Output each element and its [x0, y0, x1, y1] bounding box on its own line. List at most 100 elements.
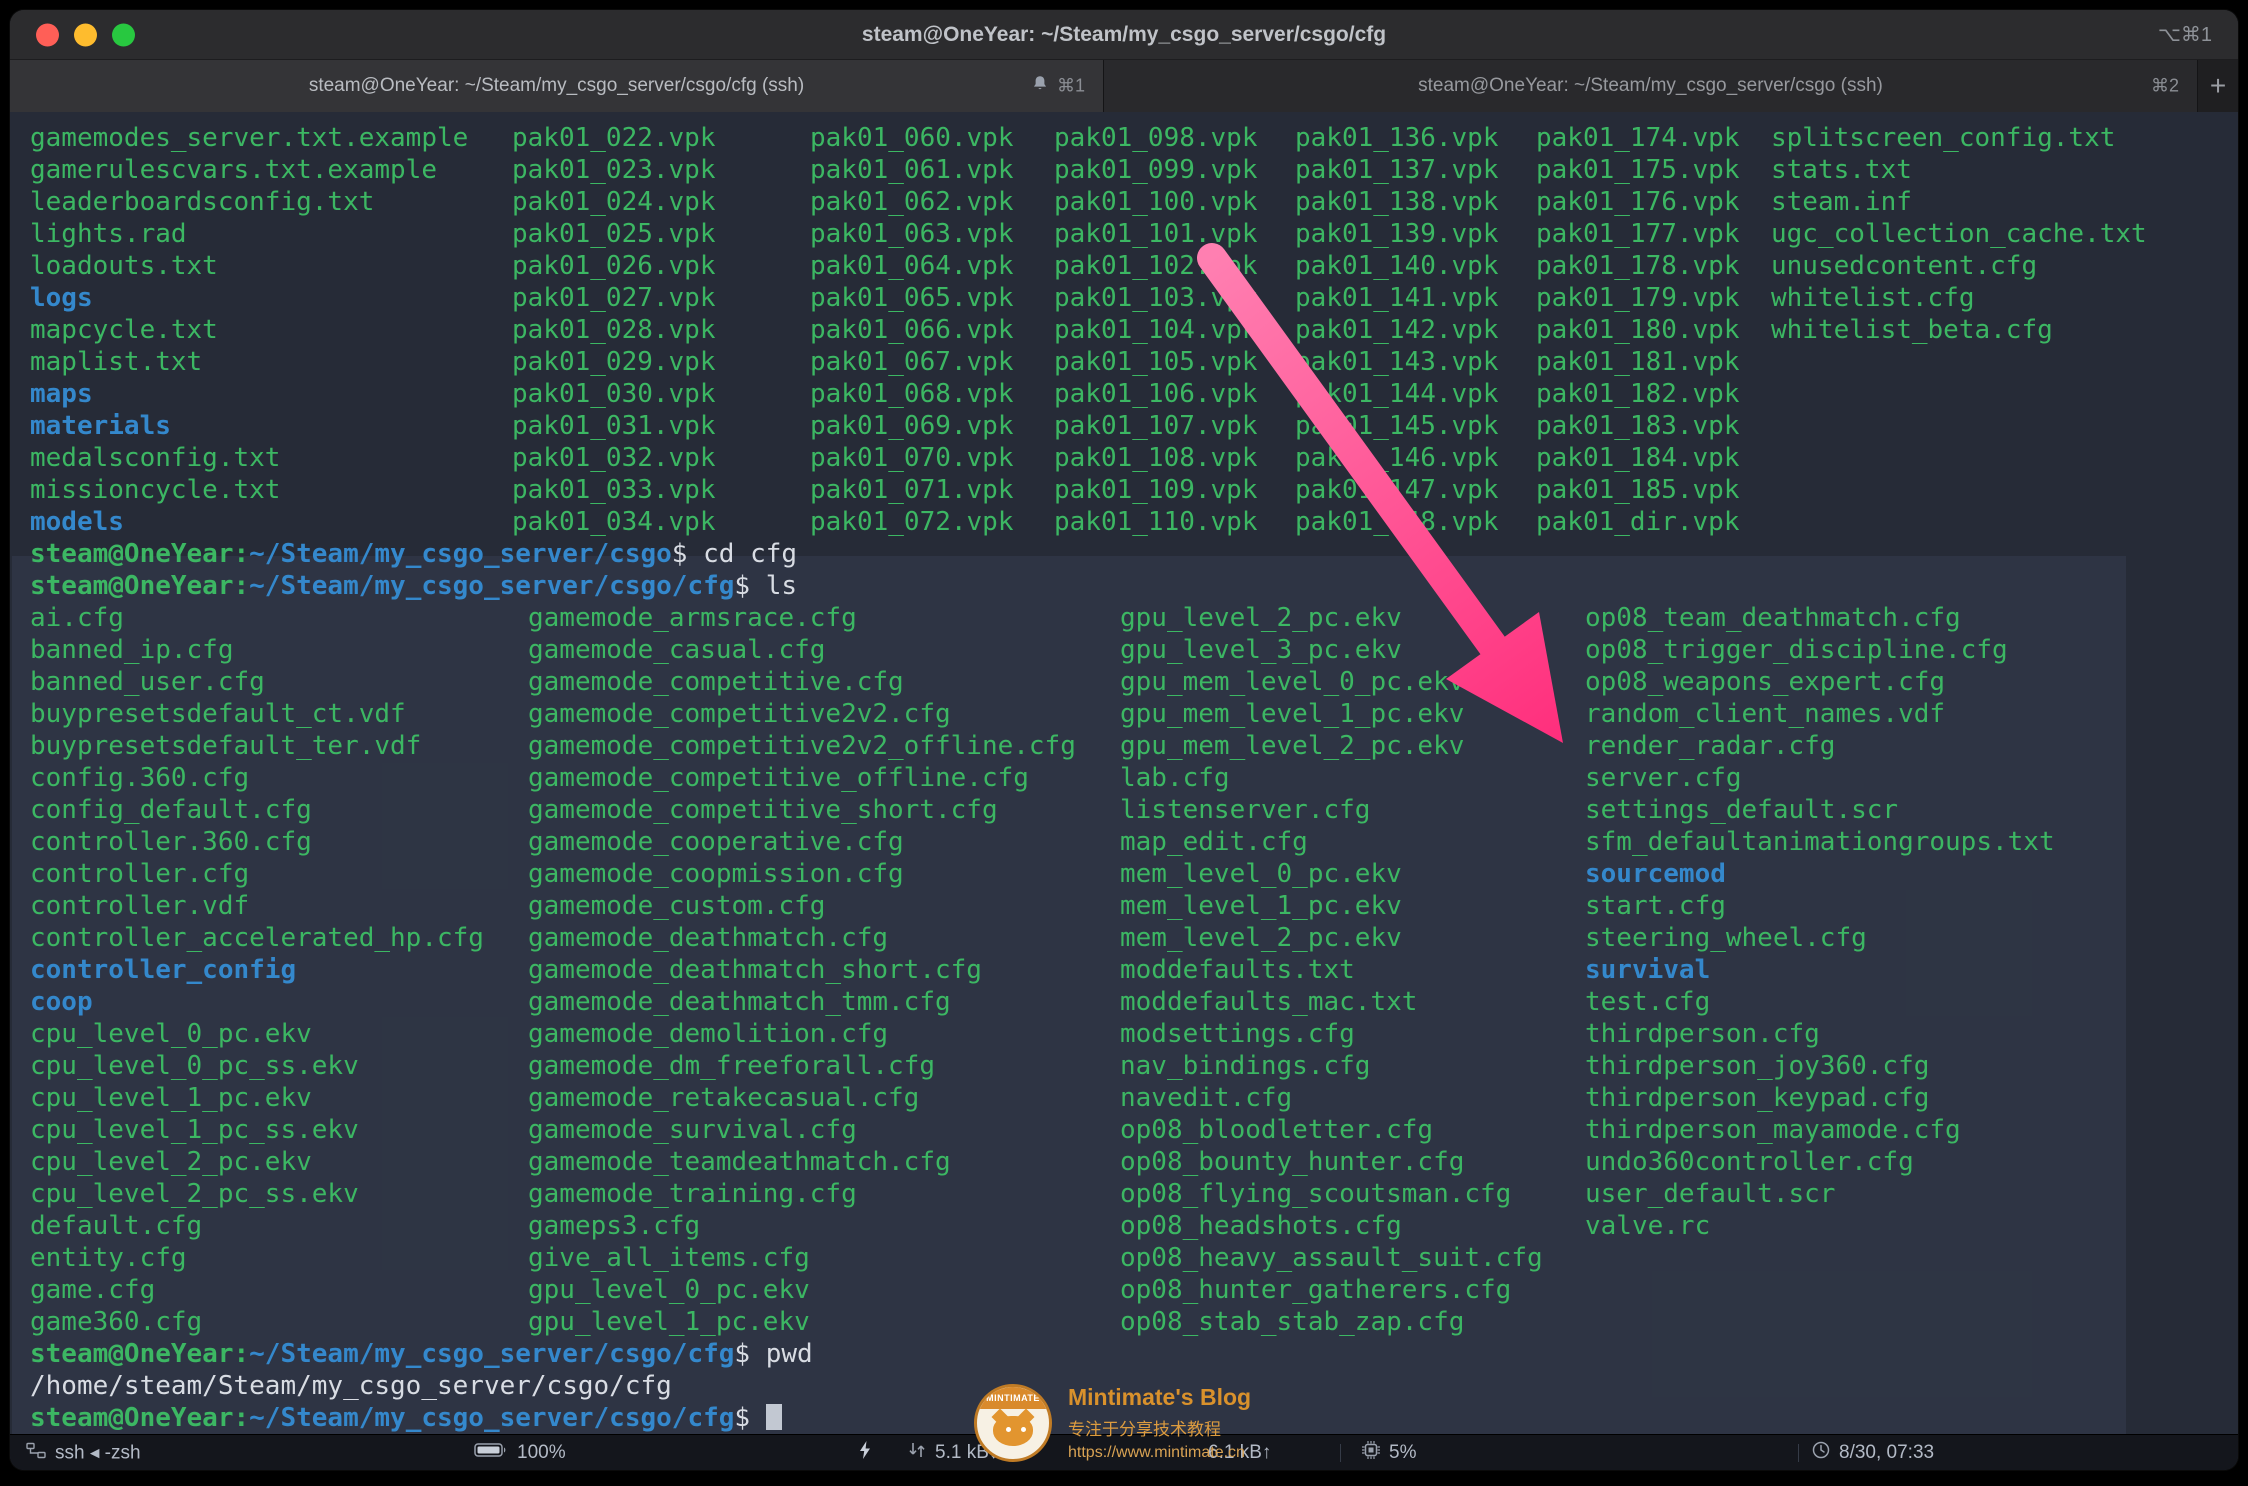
file-entry: gamemode_demolition.cfg [528, 1018, 1076, 1050]
file-entry: splitscreen_config.txt [1771, 122, 2147, 154]
file-entry: pak01_061.vpk [810, 154, 1014, 186]
file-entry: gamemodes_server.txt.example [30, 122, 468, 154]
file-entry: leaderboardsconfig.txt [30, 186, 468, 218]
file-entry: pak01_034.vpk [512, 506, 716, 538]
file-entry: map_edit.cfg [1120, 826, 1543, 858]
file-entry: pak01_183.vpk [1536, 410, 1740, 442]
file-entry: pak01_024.vpk [512, 186, 716, 218]
tab-shortcut: ⌘2 [2151, 76, 2179, 97]
cpu-indicator: 5% [1362, 1441, 1416, 1465]
file-entry: pak01_179.vpk [1536, 282, 1740, 314]
file-entry: op08_bloodletter.cfg [1120, 1114, 1543, 1146]
file-entry: pak01_109.vpk [1054, 474, 1258, 506]
file-entry: maplist.txt [30, 346, 468, 378]
file-entry: gpu_level_2_pc.ekv [1120, 602, 1543, 634]
new-tab-button[interactable]: + [2198, 60, 2238, 112]
terminal-content[interactable]: gamemodes_server.txt.examplegamerulescva… [10, 112, 2238, 1434]
file-entry: gamemode_coopmission.cfg [528, 858, 1076, 890]
session-label: ssh ◂ -zsh [55, 1442, 141, 1465]
file-entry: valve.rc [1585, 1210, 2055, 1242]
file-entry: render_radar.cfg [1585, 730, 2055, 762]
file-entry: pak01_145.vpk [1295, 410, 1499, 442]
file-entry: navedit.cfg [1120, 1082, 1543, 1114]
battery-indicator: 100% [474, 1442, 566, 1464]
prompt-line-ls: steam@OneYear:~/Steam/my_csgo_server/csg… [30, 570, 2238, 602]
file-entry: pak01_072.vpk [810, 506, 1014, 538]
file-entry: cpu_level_1_pc.ekv [30, 1082, 484, 1114]
prompt-sigil: $ [734, 1403, 765, 1433]
file-entry: steam.inf [1771, 186, 2147, 218]
directory-entry: controller_config [30, 954, 484, 986]
file-entry: pak01_025.vpk [512, 218, 716, 250]
blog-logo: MINTIMATE [974, 1384, 1052, 1462]
file-entry: gamemode_retakecasual.cfg [528, 1082, 1076, 1114]
file-entry: gamemode_custom.cfg [528, 890, 1076, 922]
file-entry: modsettings.cfg [1120, 1018, 1543, 1050]
tab-shortcut: ⌘1 [1057, 76, 1085, 97]
file-entry: pak01_144.vpk [1295, 378, 1499, 410]
file-entry: controller_accelerated_hp.cfg [30, 922, 484, 954]
file-entry: pak01_101.vpk [1054, 218, 1258, 250]
prompt-path: ~/Steam/my_csgo_server/csgo [249, 539, 672, 569]
file-entry: gpu_mem_level_0_pc.ekv [1120, 666, 1543, 698]
command-text: cd cfg [703, 539, 797, 569]
file-entry: gamemode_competitive2v2_offline.cfg [528, 730, 1076, 762]
file-entry: cpu_level_1_pc_ss.ekv [30, 1114, 484, 1146]
prompt-sigil: $ [734, 1339, 765, 1369]
status-divider [1340, 1444, 1341, 1462]
file-entry: listenserver.cfg [1120, 794, 1543, 826]
logo-label: MINTIMATE [986, 1393, 1040, 1403]
file-entry: ai.cfg [30, 602, 484, 634]
file-entry: cpu_level_2_pc_ss.ekv [30, 1178, 484, 1210]
file-entry: pak01_029.vpk [512, 346, 716, 378]
terminal-cursor [766, 1404, 782, 1430]
file-entry: pak01_141.vpk [1295, 282, 1499, 314]
file-entry: pak01_108.vpk [1054, 442, 1258, 474]
file-entry: config_default.cfg [30, 794, 484, 826]
file-entry: moddefaults.txt [1120, 954, 1543, 986]
file-entry: cpu_level_0_pc.ekv [30, 1018, 484, 1050]
watermark-url: https://www.mintimate.cn [1068, 1444, 1251, 1462]
file-entry: default.cfg [30, 1210, 484, 1242]
file-entry: pak01_028.vpk [512, 314, 716, 346]
prompt-line-cd: steam@OneYear:~/Steam/my_csgo_server/csg… [30, 538, 2238, 570]
tab-csgo-session[interactable]: steam@OneYear: ~/Steam/my_csgo_server/cs… [1104, 60, 2198, 112]
file-entry: pak01_069.vpk [810, 410, 1014, 442]
file-entry: pak01_104.vpk [1054, 314, 1258, 346]
file-entry: gamemode_cooperative.cfg [528, 826, 1076, 858]
file-entry: pak01_185.vpk [1536, 474, 1740, 506]
tab-cfg-session[interactable]: steam@OneYear: ~/Steam/my_csgo_server/cs… [10, 60, 1104, 112]
file-entry: pak01_140.vpk [1295, 250, 1499, 282]
file-entry: config.360.cfg [30, 762, 484, 794]
file-entry: pak01_174.vpk [1536, 122, 1740, 154]
file-entry: pak01_106.vpk [1054, 378, 1258, 410]
watermark: MINTIMATE Mintimate's Blog 专注于分享技术教程 htt… [974, 1384, 1251, 1462]
file-entry: entity.cfg [30, 1242, 484, 1274]
file-entry: op08_trigger_discipline.cfg [1585, 634, 2055, 666]
file-entry: op08_flying_scoutsman.cfg [1120, 1178, 1543, 1210]
window-shortcut-badge: ⌥⌘1 [2158, 10, 2212, 60]
lightning-icon [858, 1440, 872, 1466]
file-entry: gamemode_training.cfg [528, 1178, 1076, 1210]
directory-entry: logs [30, 282, 468, 314]
battery-icon [474, 1442, 508, 1464]
file-entry: op08_team_deathmatch.cfg [1585, 602, 2055, 634]
file-entry: pak01_105.vpk [1054, 346, 1258, 378]
network-arrows-icon [908, 1441, 926, 1465]
file-entry: pak01_060.vpk [810, 122, 1014, 154]
file-entry: sfm_defaultanimationgroups.txt [1585, 826, 2055, 858]
session-indicator: ssh ◂ -zsh [26, 1442, 141, 1465]
file-entry: user_default.scr [1585, 1178, 2055, 1210]
file-entry: gamemode_competitive_offline.cfg [528, 762, 1076, 794]
tab-label: steam@OneYear: ~/Steam/my_csgo_server/cs… [309, 75, 804, 97]
file-entry: pak01_182.vpk [1536, 378, 1740, 410]
file-entry: op08_heavy_assault_suit.cfg [1120, 1242, 1543, 1274]
window-title: steam@OneYear: ~/Steam/my_csgo_server/cs… [10, 10, 2238, 60]
tab-bar: steam@OneYear: ~/Steam/my_csgo_server/cs… [10, 60, 2238, 112]
file-entry: cpu_level_0_pc_ss.ekv [30, 1050, 484, 1082]
file-entry: ugc_collection_cache.txt [1771, 218, 2147, 250]
file-entry: gpu_mem_level_1_pc.ekv [1120, 698, 1543, 730]
file-entry: pak01_176.vpk [1536, 186, 1740, 218]
file-entry: gamemode_dm_freeforall.cfg [528, 1050, 1076, 1082]
file-entry: game.cfg [30, 1274, 484, 1306]
